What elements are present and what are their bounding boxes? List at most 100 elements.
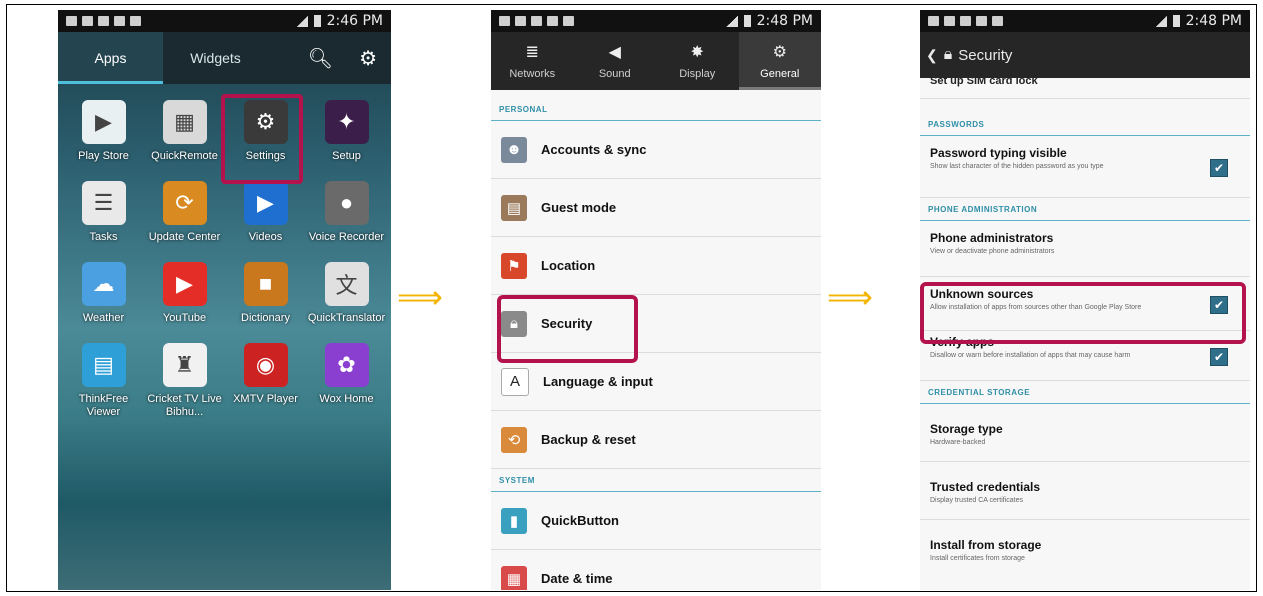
settings-item-label: Date & time xyxy=(541,571,613,586)
language-icon: A xyxy=(501,367,529,396)
install-from-storage-row[interactable]: Install from storage Install certificate… xyxy=(920,520,1250,570)
tab-sound[interactable]: ◀ Sound xyxy=(574,32,657,90)
wox-icon: ✿ xyxy=(324,343,369,387)
app-tasks[interactable]: ☰ Tasks xyxy=(63,181,144,244)
tab-apps[interactable]: Apps xyxy=(58,32,163,84)
lock-icon: 🔒︎ xyxy=(943,46,953,63)
settings-item-guest-mode[interactable]: ▤ Guest mode xyxy=(491,179,821,237)
app-update-center[interactable]: ⟳ Update Center xyxy=(144,181,225,244)
back-icon[interactable]: ❮ xyxy=(926,47,938,64)
page-title: Security xyxy=(958,46,1013,64)
app-videos[interactable]: ▶ Videos xyxy=(225,181,306,244)
settings-item-label: Accounts & sync xyxy=(541,142,647,157)
speaker-icon: ◀ xyxy=(608,44,621,61)
settings-item-label: Location xyxy=(541,258,596,273)
app-weather[interactable]: ☁ Weather xyxy=(63,262,144,325)
magic-hat-icon: ✦ xyxy=(324,100,369,144)
password-typing-row[interactable]: Password typing visible Show last charac… xyxy=(920,136,1250,198)
settings-item-quickbutton[interactable]: ▮ QuickButton xyxy=(491,492,821,550)
app-label: XMTV Player xyxy=(233,393,298,405)
quickbutton-icon: ▮ xyxy=(501,507,527,534)
settings-highlight xyxy=(221,94,303,184)
figure-frame: 2:46 PM Apps Widgets 🔍︎ ⚙ ▶ Play Store ▦ Qu… xyxy=(6,4,1257,592)
trusted-credentials-row[interactable]: Trusted credentials Display trusted CA c… xyxy=(920,462,1250,520)
book-icon: ■ xyxy=(243,262,288,306)
app-quickremote[interactable]: ▦ QuickRemote xyxy=(144,100,225,163)
signal-icon xyxy=(295,15,308,27)
settings-item-label: Backup & reset xyxy=(541,432,636,447)
app-cricket-tv-live-bibhu[interactable]: ♜ Cricket TV Live Bibhu... xyxy=(144,343,225,419)
status-bar: 2:48 PM xyxy=(920,10,1250,32)
app-voice-recorder[interactable]: ● Voice Recorder xyxy=(306,181,387,244)
section-system: SYSTEM xyxy=(491,469,821,492)
backup-icon: ⟲ xyxy=(501,426,527,453)
location-icon: ⚑ xyxy=(501,252,527,279)
unknown-sources-highlight xyxy=(920,282,1246,344)
section-phone-admin: PHONE ADMINISTRATION xyxy=(920,198,1250,221)
remote-icon: ▦ xyxy=(162,100,207,144)
security-highlight xyxy=(497,295,638,363)
verify-apps-checkbox[interactable]: ✔ xyxy=(1210,347,1228,366)
section-personal: PERSONAL xyxy=(491,98,821,121)
app-thinkfree-viewer[interactable]: ▤ ThinkFree Viewer xyxy=(63,343,144,419)
app-label: Dictionary xyxy=(241,312,290,324)
update-icon: ⟳ xyxy=(162,181,207,225)
app-label: Tasks xyxy=(89,231,118,243)
mic-icon: ● xyxy=(324,181,369,225)
app-setup[interactable]: ✦ Setup xyxy=(306,100,387,163)
app-label: QuickRemote xyxy=(151,150,218,162)
tab-networks[interactable]: ≣ Networks xyxy=(491,32,574,90)
gear-icon: ⚙ xyxy=(772,44,787,61)
app-label: Voice Recorder xyxy=(308,231,385,243)
partial-row-sim-lock[interactable]: Set up SIM card lock xyxy=(920,78,1250,99)
app-label: ThinkFree Viewer xyxy=(78,393,129,418)
settings-item-label: QuickButton xyxy=(541,513,619,528)
brightness-icon: ✸ xyxy=(690,44,704,61)
settings-item-date-time[interactable]: ▦ Date & time xyxy=(491,550,821,590)
phone-administrators-row[interactable]: Phone administrators View or deactivate … xyxy=(920,221,1250,277)
weather-icon: ☁ xyxy=(81,262,126,306)
app-label: Update Center xyxy=(148,231,221,243)
play-circle-icon: ◉ xyxy=(243,343,288,387)
app-label: Cricket TV Live Bibhu... xyxy=(147,393,222,418)
app-youtube[interactable]: ▶ YouTube xyxy=(144,262,225,325)
tab-general[interactable]: ⚙ General xyxy=(738,32,821,90)
tasks-icon: ☰ xyxy=(81,181,126,225)
tab-display[interactable]: ✸ Display xyxy=(656,32,739,90)
document-icon: ▤ xyxy=(81,343,126,387)
cricket-icon: ♜ xyxy=(162,343,207,387)
password-typing-checkbox[interactable]: ✔ xyxy=(1210,158,1228,177)
app-wox-home[interactable]: ✿ Wox Home xyxy=(306,343,387,419)
tab-widgets[interactable]: Widgets xyxy=(163,32,268,84)
app-xmtv-player[interactable]: ◉ XMTV Player xyxy=(225,343,306,419)
signal-icon xyxy=(725,15,738,27)
security-header: ❮ 🔒︎ Security xyxy=(920,32,1250,78)
app-label: YouTube xyxy=(162,312,207,324)
search-icon[interactable]: 🔍︎ xyxy=(308,46,333,71)
youtube-icon: ▶ xyxy=(162,262,207,306)
play-store-icon: ▶ xyxy=(81,100,126,144)
app-label: Weather xyxy=(82,312,125,324)
status-bar: 2:46 PM xyxy=(58,10,391,32)
settings-item-location[interactable]: ⚑ Location xyxy=(491,237,821,295)
guest-icon: ▤ xyxy=(501,194,527,221)
settings-item-backup-reset[interactable]: ⟲ Backup & reset xyxy=(491,411,821,469)
app-quicktranslator[interactable]: 文 QuickTranslator xyxy=(306,262,387,325)
phone-settings-general: 2:48 PM ≣ Networks ◀ Sound ✸ Display ⚙ Gener… xyxy=(491,10,821,590)
section-passwords: PASSWORDS xyxy=(920,113,1250,136)
app-label: Wox Home xyxy=(319,393,374,405)
app-label: Videos xyxy=(248,231,283,243)
status-bar: 2:48 PM xyxy=(491,10,821,32)
status-time: 2:48 PM xyxy=(1185,13,1242,29)
accounts-icon: ☻ xyxy=(501,136,527,163)
app-label: Play Store xyxy=(78,150,129,162)
gear-icon[interactable]: ⚙ xyxy=(359,46,377,71)
app-play-store[interactable]: ▶ Play Store xyxy=(63,100,144,163)
app-dictionary[interactable]: ■ Dictionary xyxy=(225,262,306,325)
battery-icon xyxy=(1172,15,1180,27)
settings-item-label: Language & input xyxy=(543,374,653,389)
status-time: 2:46 PM xyxy=(326,13,383,29)
settings-item-accounts-sync[interactable]: ☻ Accounts & sync xyxy=(491,121,821,179)
storage-type-row[interactable]: Storage type Hardware-backed xyxy=(920,404,1250,462)
app-label: Setup xyxy=(332,150,361,162)
